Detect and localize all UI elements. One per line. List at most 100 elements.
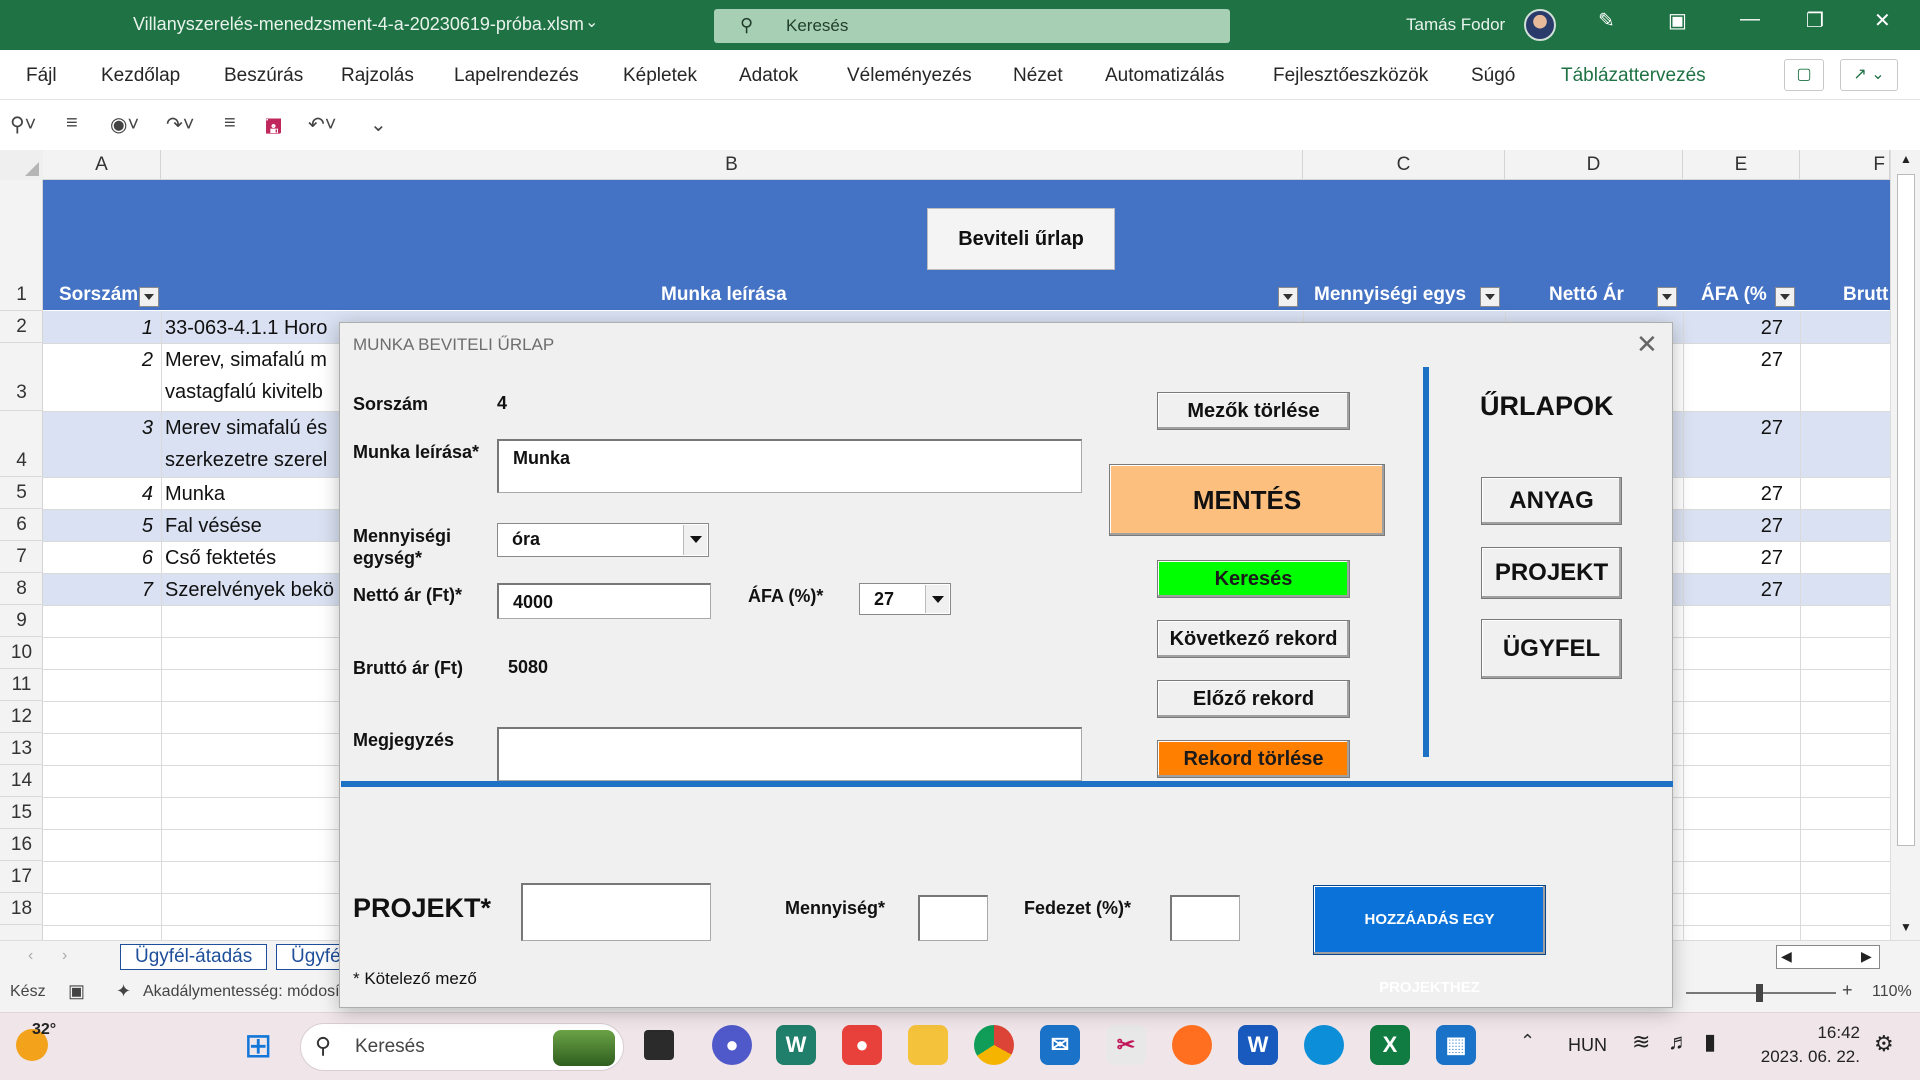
battery-icon[interactable]: ▮	[1704, 1029, 1716, 1055]
row-number[interactable]: 15	[0, 797, 43, 829]
tab-page-layout[interactable]: Lapelrendezés	[454, 65, 579, 87]
row-index[interactable]: 6	[113, 547, 153, 570]
row-afa[interactable]: 27	[1703, 483, 1783, 506]
save-icon[interactable]: 🖪	[265, 112, 282, 146]
row-number[interactable]: 11	[0, 669, 43, 701]
anyag-button[interactable]: ANYAG	[1481, 477, 1622, 525]
menny-select[interactable]: óra	[497, 523, 709, 557]
row-number[interactable]: 6	[0, 509, 43, 541]
tab-developer[interactable]: Fejlesztőeszközök	[1273, 65, 1428, 87]
tab-insert[interactable]: Beszúrás	[224, 65, 303, 87]
scroll-thumb[interactable]	[1897, 174, 1915, 846]
filter-dropdown-icon[interactable]	[139, 287, 159, 307]
next-sheet-icon[interactable]: ›	[62, 947, 67, 965]
row-afa[interactable]: 27	[1703, 417, 1783, 440]
accessibility-icon[interactable]: ✦	[116, 981, 131, 1002]
filter-dropdown-icon[interactable]	[1775, 287, 1795, 307]
undo-icon[interactable]: ↶˅	[308, 112, 336, 137]
row-number[interactable]: 13	[0, 733, 43, 765]
task-view-icon[interactable]	[644, 1030, 674, 1060]
chevron-down-icon[interactable]: ⌄	[585, 12, 598, 32]
excel-icon[interactable]: X	[1370, 1025, 1410, 1065]
minimize-icon[interactable]: —	[1740, 8, 1760, 31]
close-icon[interactable]: ✕	[1874, 8, 1891, 33]
row-description-line2[interactable]: vastagfalú kivitelb	[165, 381, 323, 404]
search-button[interactable]: Keresés	[1157, 560, 1350, 598]
clock-date[interactable]: 2023. 06. 22.	[1752, 1047, 1860, 1067]
filter-dropdown-icon[interactable]	[1278, 287, 1298, 307]
zoom-level[interactable]: 110%	[1872, 983, 1912, 1001]
munka-input[interactable]: Munka	[497, 439, 1082, 493]
search-box[interactable]: ⚲ Keresés	[714, 9, 1230, 43]
chevron-down-icon[interactable]	[925, 585, 949, 613]
row-index[interactable]: 7	[113, 579, 153, 602]
horizontal-scrollbar[interactable]: ◀ ▶	[1776, 945, 1880, 969]
projekt-input[interactable]	[521, 883, 711, 941]
column-header[interactable]: F	[1800, 150, 1890, 180]
close-icon[interactable]: ✕	[1636, 329, 1658, 360]
snipping-tool-icon[interactable]: ✂	[1106, 1025, 1146, 1065]
row-afa[interactable]: 27	[1703, 547, 1783, 570]
fill-color-icon[interactable]: ◉˅	[110, 112, 139, 137]
row-number[interactable]: 2	[0, 311, 43, 343]
scroll-up-icon[interactable]: ▲	[1900, 152, 1912, 166]
column-header[interactable]: B	[161, 150, 1303, 180]
row-index[interactable]: 2	[113, 349, 153, 372]
row-number[interactable]: 8	[0, 573, 43, 605]
fedezet-input[interactable]	[1170, 895, 1240, 941]
prev-record-button[interactable]: Előző rekord	[1157, 680, 1350, 718]
wifi-icon[interactable]: ≋	[1632, 1029, 1650, 1055]
row-afa[interactable]: 27	[1703, 349, 1783, 372]
ribbon-display-icon[interactable]: ▣	[1668, 8, 1687, 33]
projekt-form-button[interactable]: PROJEKT	[1481, 547, 1622, 599]
weather-temp[interactable]: 32°	[32, 1021, 56, 1039]
column-header[interactable]: A	[43, 150, 161, 180]
ugyfel-button[interactable]: ÜGYFEL	[1481, 619, 1622, 679]
entry-form-button[interactable]: Beviteli űrlap	[927, 208, 1115, 270]
row-description[interactable]: 33-063-4.1.1 Horo	[165, 317, 327, 340]
sheet-tab[interactable]: Ügyfél-átadás	[120, 944, 268, 970]
mennyiseg-input[interactable]	[918, 895, 988, 941]
delete-record-button[interactable]: Rekord törlése	[1157, 740, 1350, 778]
row-number[interactable]: 17	[0, 861, 43, 893]
row-number[interactable]: 1	[0, 180, 43, 311]
tab-data[interactable]: Adatok	[739, 65, 798, 87]
chrome-icon[interactable]	[974, 1025, 1014, 1065]
ws-app-icon[interactable]: W	[776, 1025, 816, 1065]
teams-chat-icon[interactable]: ●	[712, 1025, 752, 1065]
netto-input[interactable]: 4000	[497, 583, 711, 619]
row-number[interactable]: 3	[0, 343, 43, 411]
macro-record-icon[interactable]: ▣	[68, 981, 85, 1002]
save-button[interactable]: MENTÉS	[1109, 464, 1385, 536]
row-number[interactable]: 4	[0, 411, 43, 477]
row-afa[interactable]: 27	[1703, 515, 1783, 538]
row-number[interactable]: 12	[0, 701, 43, 733]
row-number[interactable]: 5	[0, 477, 43, 509]
row-number[interactable]: 10	[0, 637, 43, 669]
search-icon[interactable]: ⚲˅	[10, 112, 36, 137]
row-description[interactable]: Merev simafalú és	[165, 417, 327, 440]
camera-app-icon[interactable]: ●	[842, 1025, 882, 1065]
document-title[interactable]: Villanyszerelés-menedzsment-4-a-20230619…	[133, 14, 584, 35]
clock-time[interactable]: 16:42	[1776, 1023, 1860, 1043]
filter-dropdown-icon[interactable]	[1657, 287, 1677, 307]
row-afa[interactable]: 27	[1703, 317, 1783, 340]
pen-icon[interactable]: ✎	[1598, 8, 1615, 33]
calendar-icon[interactable]: ▦	[1436, 1025, 1476, 1065]
row-index[interactable]: 4	[113, 483, 153, 506]
row-number[interactable]: 16	[0, 829, 43, 861]
row-description[interactable]: Fal vésése	[165, 515, 262, 538]
row-description[interactable]: Merev, simafalú m	[165, 349, 327, 372]
megj-input[interactable]	[497, 727, 1082, 781]
restore-icon[interactable]: ❐	[1806, 8, 1824, 33]
next-record-button[interactable]: Következő rekord	[1157, 620, 1350, 658]
wrap-icon[interactable]: ≡	[224, 112, 236, 135]
tab-table-design[interactable]: Táblázattervezés	[1561, 65, 1706, 87]
volume-icon[interactable]: ♬	[1668, 1029, 1690, 1055]
tab-automate[interactable]: Automatizálás	[1105, 65, 1224, 87]
file-explorer-icon[interactable]	[908, 1025, 948, 1065]
comments-icon[interactable]: ▢	[1784, 59, 1824, 91]
tab-file[interactable]: Fájl	[26, 65, 57, 87]
word-icon[interactable]: W	[1238, 1025, 1278, 1065]
select-all-corner[interactable]	[0, 150, 43, 180]
